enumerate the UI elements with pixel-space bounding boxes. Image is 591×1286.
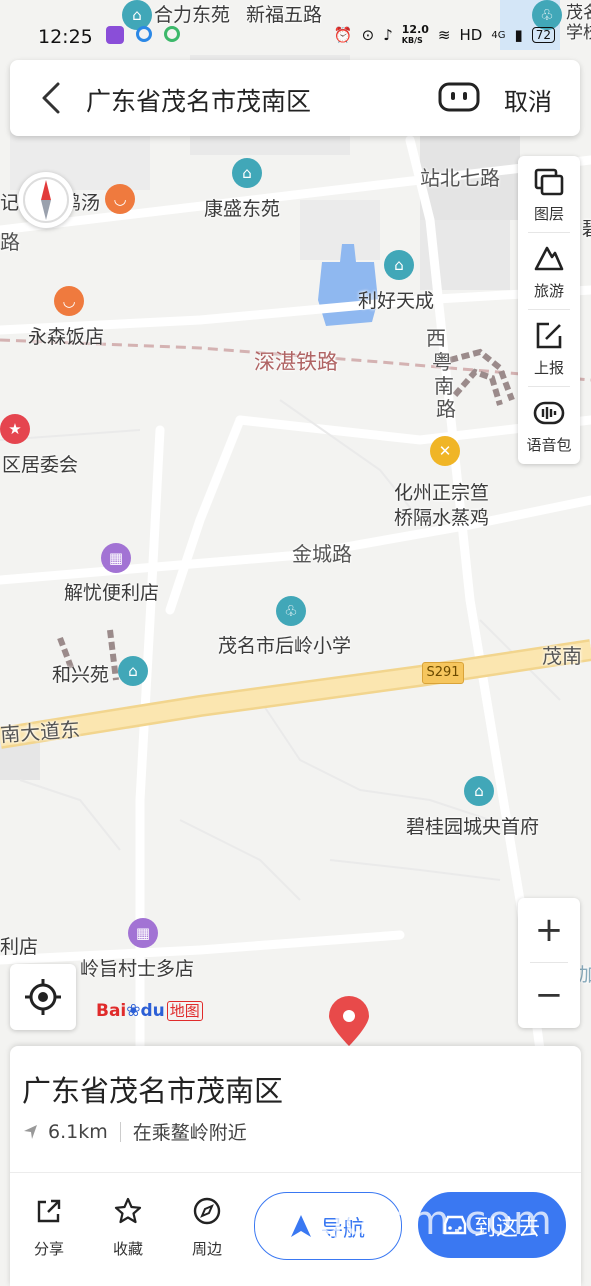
map-label-huazhou: 桥隔水蒸鸡 [394,507,490,529]
navigation-arrow-icon [291,1215,311,1237]
map-label: 利店 [0,936,39,958]
map-label-lihao: 利好天成 [358,290,435,312]
zoom-out-button[interactable]: − [518,963,580,1027]
locate-me-button[interactable] [10,964,76,1030]
zoom-in-button[interactable]: + [518,898,580,962]
restaurant-poi-icon[interactable]: ◡ [54,286,84,316]
tool-label: 语音包 [526,436,572,454]
voice-assistant-icon[interactable] [438,82,480,112]
net-speed: 12.0 KB/S [401,23,429,45]
report-button[interactable]: 上报 [518,310,580,386]
paw-icon: ❀ [126,1001,141,1021]
signal-icon: ▮ [514,26,523,44]
network-type: 4G [491,29,506,41]
navigation-arrow-icon [24,1124,37,1139]
nearby-label: 周边 [191,1240,222,1258]
tool-label: 图层 [533,205,564,223]
residential-poi-icon[interactable]: ⌂ [384,250,414,280]
road-label-zhanbei: 站北七路 [420,166,500,190]
mic-icon: ♪ [383,26,393,44]
map-label-yongsen: 永森饭店 [28,326,105,348]
railway-label: 深湛铁路 [254,350,338,374]
divider [119,1121,121,1142]
map-label: 碧 [582,214,591,241]
status-bar: 12:25 ⏰ ⊙ ♪ 12.0 KB/S ≋ HD 4G ▮ 72 [0,18,591,54]
watermark: gdmm.com [318,1198,553,1244]
baidu-logo: Bai❀du 地图 [96,1000,203,1021]
school-poi-icon[interactable]: ♧ [276,596,306,626]
place-card: 广东省茂名市茂南区 6.1km 在乘鳌岭附近 分享 收藏 周边 导航 到这去 [10,1046,581,1286]
road-label-jincheng: 金城路 [292,542,352,566]
map-tools-panel: 图层 旅游 上报 语音包 [518,156,580,464]
compass-icon [193,1197,221,1225]
nearby-button[interactable]: 周边 [177,1196,237,1259]
place-title: 广东省茂名市茂南区 [22,1074,284,1108]
food-poi-icon[interactable]: ✕ [430,436,460,466]
share-label: 分享 [33,1240,64,1258]
location-pin-icon[interactable] [327,996,371,1048]
zoom-control: + − [518,898,580,1028]
place-meta: 6.1km 在乘鳌岭附近 [22,1118,247,1145]
road-label: 路 [0,230,20,254]
app-notification-icon [136,26,152,42]
voice-pack-button[interactable]: 语音包 [518,387,580,463]
map-label-lingzhi: 岭旨村士多店 [80,958,195,980]
road-label: 茂南 [542,644,582,668]
residential-poi-icon[interactable]: ⌂ [232,158,262,188]
map-label-biguiyuan: 碧桂园城央首府 [406,816,540,838]
residential-poi-icon[interactable]: ⌂ [464,776,494,806]
travel-button[interactable]: 旅游 [518,233,580,309]
wifi-icon: ≋ [437,26,451,44]
favorite-button[interactable]: 收藏 [98,1196,158,1259]
compass-button[interactable] [18,172,74,228]
travel-icon [534,246,564,271]
location-icon: ⊙ [361,26,375,44]
star-icon [114,1197,142,1224]
map-label-kangsheng: 康盛东苑 [204,198,281,220]
battery-indicator: 72 [531,27,555,43]
shop-poi-icon[interactable]: ▦ [101,543,131,573]
map-label-hexing: 和兴苑 [52,664,110,686]
share-icon [37,1199,61,1223]
residential-poi-icon[interactable]: ⌂ [118,656,148,686]
restaurant-poi-icon[interactable]: ◡ [105,184,135,214]
app-notification-icon [106,26,124,44]
tool-label: 旅游 [533,282,564,300]
road-label-nandadao: 南大道东 [0,717,81,747]
crosshair-icon [25,979,61,1015]
tool-label: 上报 [533,359,564,377]
back-arrow-icon[interactable] [36,80,68,116]
hd-indicator: HD [459,26,483,44]
map-label-huazhou: 化州正宗笪 [394,482,490,504]
map-label-houling: 茂名市后岭小学 [218,635,352,657]
highway-shield: S291 [422,662,464,684]
cancel-button[interactable]: 取消 [504,82,552,117]
favorite-label: 收藏 [112,1240,143,1258]
community-poi-icon[interactable]: ★ [0,414,30,444]
search-title[interactable]: 广东省茂名市茂南区 [86,82,311,118]
app-notification-icon [164,26,180,42]
divider [10,1172,581,1173]
road-label-xiyue: 路 [436,397,456,421]
alarm-icon: ⏰ [333,26,353,44]
map-label-juwei: 区居委会 [2,454,79,476]
report-icon [536,322,562,349]
layers-button[interactable]: 图层 [518,156,580,232]
share-button[interactable]: 分享 [19,1196,79,1259]
map-label-jieyou: 解忧便利店 [64,582,160,604]
voice-pack-icon [533,401,565,425]
distance-text: 6.1km [48,1120,108,1143]
search-bar[interactable]: 广东省茂名市茂南区 取消 [10,60,580,136]
status-time: 12:25 [38,26,93,48]
layers-icon [534,168,564,196]
nearby-text: 在乘鳌岭附近 [132,1122,247,1144]
shop-poi-icon[interactable]: ▦ [128,918,158,948]
compass-icon [23,177,69,223]
